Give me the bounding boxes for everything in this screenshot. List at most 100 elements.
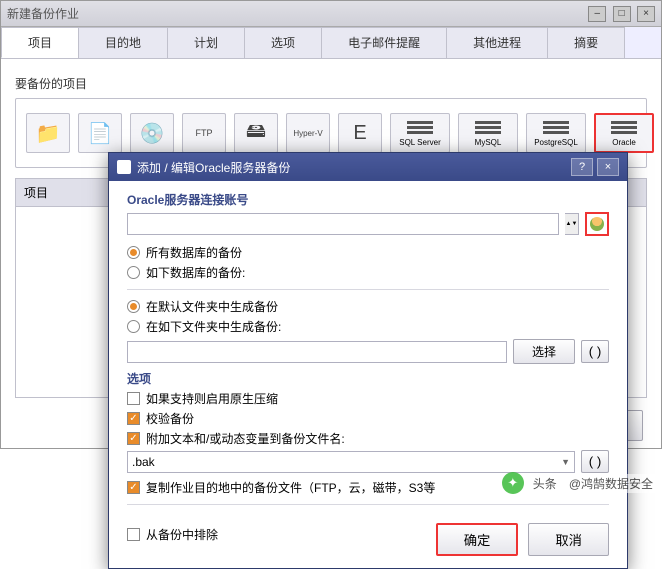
dialog-titlebar: 添加 / 编辑Oracle服务器备份 ? × [109, 153, 627, 181]
tab-summary[interactable]: 摘要 [547, 27, 625, 58]
window-controls: – □ × [585, 5, 655, 22]
radio-label: 在如下文件夹中生成备份: [146, 318, 281, 335]
radio-label: 所有数据库的备份 [146, 244, 242, 261]
divider [127, 289, 609, 290]
radio-icon [127, 300, 140, 313]
toolbar-left: 📁 📄 💿 FTP 🖴 Hyper-V E [26, 113, 382, 153]
hyperv-icon: Hyper-V [293, 129, 322, 138]
oracle-button[interactable]: Oracle [594, 113, 654, 153]
check-label: 校验备份 [146, 410, 194, 427]
tab-destination[interactable]: 目的地 [78, 27, 168, 58]
tab-items[interactable]: 项目 [1, 27, 79, 58]
account-dropdown-arrows[interactable]: ▲▼ [565, 213, 579, 235]
extension-value: .bak [132, 455, 155, 469]
ftp-icon: FTP [196, 128, 213, 138]
folder-add-button[interactable]: 📁 [26, 113, 70, 153]
dialog-window-controls: ? × [571, 158, 619, 176]
dialog-icon [117, 160, 131, 174]
close-button[interactable]: × [637, 6, 655, 22]
extension-expand-button[interactable]: ( ) [581, 450, 609, 473]
account-row: ▲▼ [127, 212, 609, 236]
radio-label: 在默认文件夹中生成备份 [146, 298, 278, 315]
exchange-button[interactable]: E [338, 113, 382, 153]
account-section: Oracle服务器连接账号 ▲▼ [127, 191, 609, 236]
check-label: 附加文本和/或动态变量到备份文件名: [146, 430, 345, 447]
main-titlebar: 新建备份作业 – □ × [1, 1, 661, 27]
tab-options[interactable]: 选项 [244, 27, 322, 58]
hyperv-button[interactable]: Hyper-V [286, 113, 330, 153]
checkbox-icon [127, 392, 140, 405]
account-input[interactable] [127, 213, 559, 235]
watermark: ✦ 头条 @鸿鹄数据安全 [502, 472, 656, 494]
user-icon [590, 217, 604, 231]
window-title: 新建备份作业 [7, 5, 79, 22]
watermark-account: @鸿鹄数据安全 [566, 474, 656, 493]
expand-button[interactable]: ( ) [581, 340, 609, 363]
drive-button[interactable]: 🖴 [234, 113, 278, 153]
postgresql-button[interactable]: PostgreSQL [526, 113, 586, 153]
extension-select[interactable]: .bak ▼ [127, 451, 575, 473]
manage-accounts-button[interactable] [585, 212, 609, 236]
dialog-title-wrap: 添加 / 编辑Oracle服务器备份 [117, 159, 290, 176]
dialog-body: Oracle服务器连接账号 ▲▼ 所有数据库的备份 如下数据库的备份: 在默认文… [109, 181, 627, 568]
tab-bar: 项目 目的地 计划 选项 电子邮件提醒 其他进程 摘要 [1, 27, 661, 59]
minimize-button[interactable]: – [588, 6, 606, 22]
folder-row: 选择 ( ) [127, 339, 609, 364]
extension-row: .bak ▼ ( ) [127, 450, 609, 473]
watermark-source: 头条 [530, 474, 560, 493]
radio-default-folder[interactable]: 在默认文件夹中生成备份 [127, 298, 609, 315]
dialog-buttons: 确定 取消 [436, 523, 609, 556]
check-compression[interactable]: 如果支持则启用原生压缩 [127, 390, 609, 407]
drive-icon: 🖴 [246, 116, 266, 150]
checkbox-icon [127, 481, 140, 494]
check-label: 复制作业目的地中的备份文件（FTP，云，磁带，S3等 [146, 479, 435, 496]
radio-following-folder[interactable]: 在如下文件夹中生成备份: [127, 318, 609, 335]
dialog-close-button[interactable]: × [597, 158, 619, 176]
dialog-title: 添加 / 编辑Oracle服务器备份 [137, 159, 290, 176]
ftp-button[interactable]: FTP [182, 113, 226, 153]
dialog-footer: 从备份中排除 确定 取消 [127, 513, 609, 556]
db-bars-icon [407, 119, 433, 136]
chevron-down-icon: ▼ [561, 457, 570, 467]
radio-all-databases[interactable]: 所有数据库的备份 [127, 244, 609, 261]
account-label: Oracle服务器连接账号 [127, 191, 609, 208]
check-exclude[interactable]: 从备份中排除 [127, 526, 218, 543]
maximize-button[interactable]: □ [613, 6, 631, 22]
radio-icon [127, 266, 140, 279]
checkbox-icon [127, 412, 140, 425]
check-verify[interactable]: 校验备份 [127, 410, 609, 427]
db-bars-icon [611, 119, 637, 136]
radio-label: 如下数据库的备份: [146, 264, 245, 281]
divider [127, 504, 609, 505]
checkbox-icon [127, 432, 140, 445]
browse-button[interactable]: 选择 [513, 339, 575, 364]
check-label: 从备份中排除 [146, 526, 218, 543]
tab-schedule[interactable]: 计划 [167, 27, 245, 58]
radio-icon [127, 246, 140, 259]
mysql-button[interactable]: MySQL [458, 113, 518, 153]
toolbar-right: SQL Server MySQL PostgreSQL Oracle [390, 113, 654, 153]
radio-icon [127, 320, 140, 333]
check-append-text[interactable]: 附加文本和/或动态变量到备份文件名: [127, 430, 609, 447]
sqlserver-button[interactable]: SQL Server [390, 113, 450, 153]
dialog-help-button[interactable]: ? [571, 158, 593, 176]
file-add-button[interactable]: 📄 [78, 113, 122, 153]
dialog-ok-button[interactable]: 确定 [436, 523, 519, 556]
db-bars-icon [543, 119, 569, 136]
exchange-icon: E [353, 122, 366, 145]
folder-plus-icon: 📁 [36, 121, 61, 146]
db-bars-icon [475, 119, 501, 136]
check-label: 如果支持则启用原生压缩 [146, 390, 278, 407]
folder-input[interactable] [127, 341, 507, 363]
disk-image-button[interactable]: 💿 [130, 113, 174, 153]
dialog-cancel-button[interactable]: 取消 [528, 523, 609, 556]
tab-email[interactable]: 电子邮件提醒 [321, 27, 447, 58]
wechat-icon: ✦ [502, 472, 524, 494]
checkbox-icon [127, 528, 140, 541]
radio-following-databases[interactable]: 如下数据库的备份: [127, 264, 609, 281]
disk-icon: 💿 [140, 121, 165, 146]
section-label: 要备份的项目 [15, 75, 647, 92]
options-label: 选项 [127, 370, 609, 387]
file-plus-icon: 📄 [88, 121, 113, 146]
tab-other[interactable]: 其他进程 [446, 27, 548, 58]
